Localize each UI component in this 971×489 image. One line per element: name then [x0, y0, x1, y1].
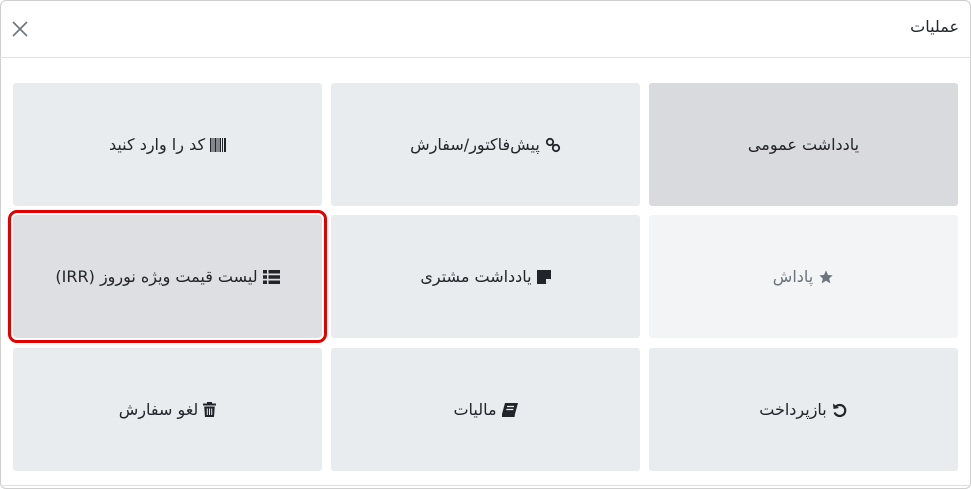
reward-label: پاداش	[772, 267, 814, 286]
trash-icon	[203, 402, 217, 417]
refund-button[interactable]: بازپرداخت	[649, 348, 958, 471]
quotation-order-label: پیش‌فاکتور/سفارش	[410, 135, 540, 154]
customer-note-button[interactable]: یادداشت مشتری	[331, 215, 640, 338]
enter-code-label: کد را وارد کنید	[108, 135, 206, 154]
note-icon	[536, 269, 551, 284]
customer-note-label: یادداشت مشتری	[420, 267, 532, 286]
pricelist-label: لیست قیمت ویژه نوروز (IRR)	[55, 267, 258, 286]
enter-code-button[interactable]: کد را وارد کنید	[13, 83, 322, 206]
cancel-order-label: لغو سفارش	[118, 400, 199, 419]
link-icon	[545, 137, 561, 153]
undo-icon	[832, 402, 848, 418]
taxes-button[interactable]: مالیات	[331, 348, 640, 471]
general-note-button[interactable]: یادداشت عمومی	[649, 83, 958, 206]
dialog-header: عملیات	[0, 0, 971, 58]
close-icon[interactable]	[10, 19, 30, 39]
book-icon	[501, 402, 518, 417]
list-icon	[262, 269, 280, 284]
taxes-label: مالیات	[453, 400, 497, 419]
refund-label: بازپرداخت	[759, 400, 827, 419]
general-note-label: یادداشت عمومی	[747, 135, 860, 154]
cancel-order-button[interactable]: لغو سفارش	[13, 348, 322, 471]
quotation-order-button[interactable]: پیش‌فاکتور/سفارش	[331, 83, 640, 206]
dialog-title: عملیات	[910, 17, 959, 36]
star-icon	[818, 269, 834, 285]
barcode-icon	[210, 137, 227, 152]
dialog-footer-divider	[0, 485, 971, 486]
pricelist-button[interactable]: لیست قیمت ویژه نوروز (IRR)	[8, 210, 327, 343]
reward-button[interactable]: پاداش	[649, 215, 958, 338]
